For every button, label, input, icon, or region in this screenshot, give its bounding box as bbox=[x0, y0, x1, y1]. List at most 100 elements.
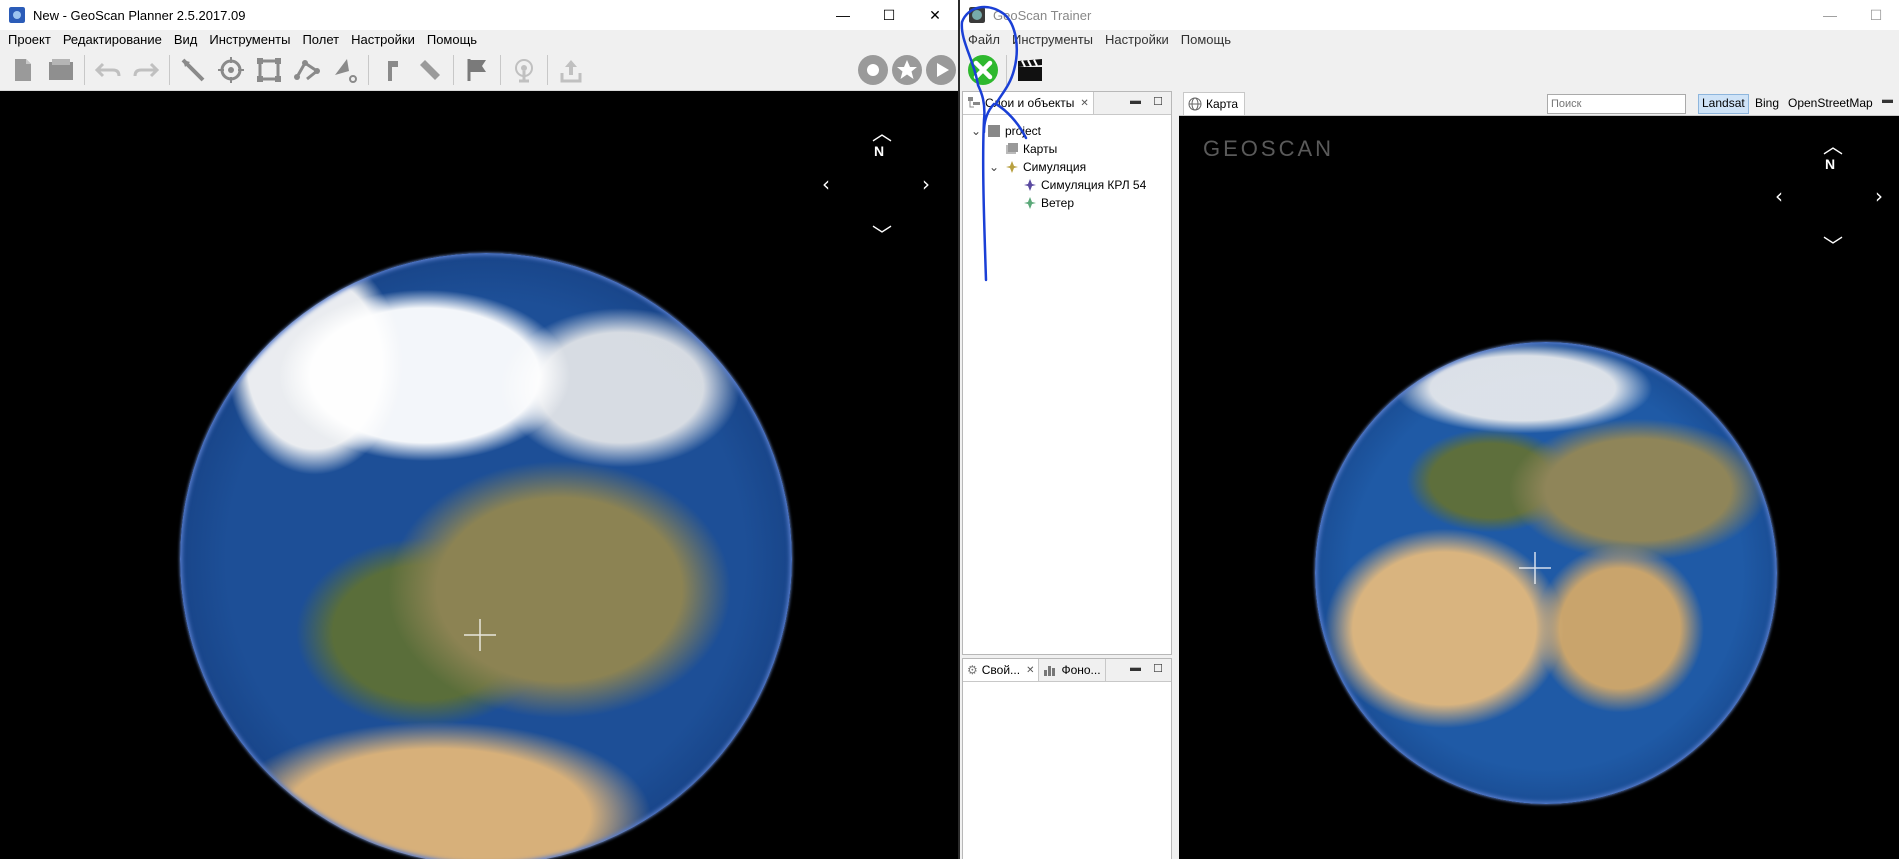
menu-file[interactable]: Файл bbox=[962, 30, 1006, 50]
tab-layers[interactable]: Слои и объекты ✕ bbox=[963, 92, 1094, 114]
crosshair-icon bbox=[1519, 552, 1551, 584]
polygon-tool-icon[interactable] bbox=[253, 54, 285, 86]
tree-label: Ветер bbox=[1041, 196, 1074, 210]
menu-settings[interactable]: Настройки bbox=[1099, 30, 1175, 50]
tree-row-maps[interactable]: Карты bbox=[971, 140, 1146, 158]
background-tab-label: Фоно... bbox=[1061, 663, 1101, 677]
toolbar-separator bbox=[1006, 55, 1007, 85]
minimize-button[interactable]: — bbox=[1807, 0, 1853, 30]
panel-maximize-icon[interactable]: ☐ bbox=[1153, 95, 1163, 108]
trainer-window: GeoScan Trainer — ☐ Файл Инструменты Нас… bbox=[960, 0, 1899, 859]
antenna-icon[interactable] bbox=[508, 54, 540, 86]
expander-icon[interactable]: ⌄ bbox=[989, 160, 1005, 174]
measure-icon[interactable] bbox=[414, 54, 446, 86]
pan-right-icon[interactable]: › bbox=[1875, 186, 1883, 206]
planner-globe[interactable] bbox=[180, 253, 792, 859]
planner-menubar: Проект Редактирование Вид Инструменты По… bbox=[0, 30, 958, 50]
properties-panel: ⚙ Свой... ✕ Фоно... ▬ ☐ bbox=[962, 658, 1172, 859]
menu-help[interactable]: Помощь bbox=[1175, 30, 1237, 50]
maps-icon bbox=[1006, 143, 1018, 154]
pan-right-icon[interactable]: › bbox=[922, 174, 930, 194]
menu-tools[interactable]: Инструменты bbox=[203, 30, 296, 50]
tab-background[interactable]: Фоно... bbox=[1039, 659, 1106, 681]
menu-project[interactable]: Проект bbox=[2, 30, 57, 50]
minimize-button[interactable]: — bbox=[820, 0, 866, 30]
pan-down-icon[interactable]: ﹀ bbox=[1823, 236, 1843, 256]
upload-icon[interactable] bbox=[555, 54, 587, 86]
planner-toolbar bbox=[0, 50, 958, 91]
panel-minimize-icon[interactable]: ▬ bbox=[1130, 662, 1141, 674]
tab-properties[interactable]: ⚙ Свой... ✕ bbox=[963, 659, 1040, 681]
expander-icon[interactable]: ⌄ bbox=[971, 124, 987, 138]
panel-minimize-icon[interactable]: ▬ bbox=[1882, 94, 1893, 106]
tree-label: Карты bbox=[1023, 142, 1058, 156]
clapperboard-icon[interactable] bbox=[1014, 54, 1046, 86]
line-tool-icon[interactable] bbox=[177, 54, 209, 86]
crosshair-icon bbox=[464, 619, 496, 651]
toolbar-separator bbox=[169, 55, 170, 85]
point-tool-icon[interactable] bbox=[215, 54, 247, 86]
redo-icon[interactable] bbox=[130, 54, 162, 86]
panel-maximize-icon[interactable]: ☐ bbox=[1153, 662, 1163, 675]
trainer-toolbar bbox=[960, 50, 1899, 90]
planner-titlebar[interactable]: New - GeoScan Planner 2.5.2017.09 — ☐ ✕ bbox=[0, 0, 958, 30]
pan-left-icon[interactable]: ‹ bbox=[1775, 186, 1783, 206]
pointer-tool-icon[interactable] bbox=[329, 54, 361, 86]
planner-app-icon bbox=[9, 7, 25, 23]
close-tab-icon[interactable]: ✕ bbox=[1026, 665, 1034, 676]
tree-label: Симуляция bbox=[1023, 160, 1087, 174]
trainer-map-view[interactable]: GEOSCAN N ︿ ‹ › ﹀ bbox=[1179, 116, 1899, 859]
trainer-app-icon bbox=[969, 7, 985, 23]
maximize-button[interactable]: ☐ bbox=[866, 0, 912, 30]
new-file-icon[interactable] bbox=[7, 54, 39, 86]
play-icon[interactable] bbox=[925, 54, 957, 86]
pan-down-icon[interactable]: ﹀ bbox=[872, 225, 892, 245]
stop-simulation-icon[interactable] bbox=[967, 54, 999, 86]
globe-icon bbox=[1188, 97, 1202, 111]
menu-tools[interactable]: Инструменты bbox=[1006, 30, 1099, 50]
trainer-menubar: Файл Инструменты Настройки Помощь bbox=[960, 30, 1899, 50]
menu-flight[interactable]: Полет bbox=[296, 30, 345, 50]
close-button[interactable]: ✕ bbox=[912, 0, 958, 30]
menu-help[interactable]: Помощь bbox=[421, 30, 483, 50]
layers-tab-icon bbox=[968, 97, 980, 108]
pan-left-icon[interactable]: ‹ bbox=[822, 174, 830, 194]
route-tool-icon[interactable] bbox=[291, 54, 323, 86]
ruler-icon[interactable] bbox=[376, 54, 408, 86]
menu-edit[interactable]: Редактирование bbox=[57, 30, 168, 50]
maximize-button[interactable]: ☐ bbox=[1853, 0, 1899, 30]
menu-view[interactable]: Вид bbox=[168, 30, 204, 50]
layers-panel: Слои и объекты ✕ ▬ ☐ ⌄ project Карты ⌄ С… bbox=[962, 91, 1172, 655]
gear-icon: ⚙ bbox=[967, 663, 978, 677]
planner-map-view[interactable]: N ︿ ‹ › ﹀ bbox=[0, 91, 958, 859]
tree-label: project bbox=[1005, 124, 1042, 138]
star-icon[interactable] bbox=[891, 54, 923, 86]
tree-row-wind[interactable]: Ветер bbox=[971, 194, 1146, 212]
tree-row-drone[interactable]: Симуляция КРЛ 54 bbox=[971, 176, 1146, 194]
layer-osm-button[interactable]: OpenStreetMap bbox=[1785, 94, 1876, 112]
tree-row-simulation[interactable]: ⌄ Симуляция bbox=[971, 158, 1146, 176]
pan-up-icon[interactable]: ︿ bbox=[1823, 136, 1843, 156]
trainer-titlebar[interactable]: GeoScan Trainer — ☐ bbox=[960, 0, 1899, 30]
undo-icon[interactable] bbox=[92, 54, 124, 86]
tree-label: Симуляция КРЛ 54 bbox=[1041, 178, 1147, 192]
project-icon bbox=[988, 125, 1000, 137]
layer-bing-button[interactable]: Bing bbox=[1752, 94, 1782, 112]
map-search-input[interactable] bbox=[1547, 94, 1686, 114]
tab-map[interactable]: Карта bbox=[1183, 92, 1246, 115]
toolbar-separator bbox=[547, 55, 548, 85]
trainer-title: GeoScan Trainer bbox=[993, 7, 1092, 23]
flag-icon[interactable] bbox=[461, 54, 493, 86]
panel-minimize-icon[interactable]: ▬ bbox=[1130, 95, 1141, 107]
close-tab-icon[interactable]: ✕ bbox=[1080, 98, 1088, 109]
layer-landsat-button[interactable]: Landsat bbox=[1698, 94, 1749, 114]
pan-up-icon[interactable]: ︿ bbox=[872, 123, 892, 143]
simulation-icon bbox=[1006, 161, 1018, 173]
toolbar-separator bbox=[500, 55, 501, 85]
open-icon[interactable] bbox=[45, 54, 77, 86]
record-icon[interactable] bbox=[857, 54, 889, 86]
menu-settings[interactable]: Настройки bbox=[345, 30, 421, 50]
trainer-map-panel: Карта Landsat Bing OpenStreetMap ▬ GEOSC… bbox=[1179, 91, 1899, 859]
planner-title: New - GeoScan Planner 2.5.2017.09 bbox=[33, 7, 246, 23]
tree-row-project[interactable]: ⌄ project bbox=[971, 122, 1146, 140]
